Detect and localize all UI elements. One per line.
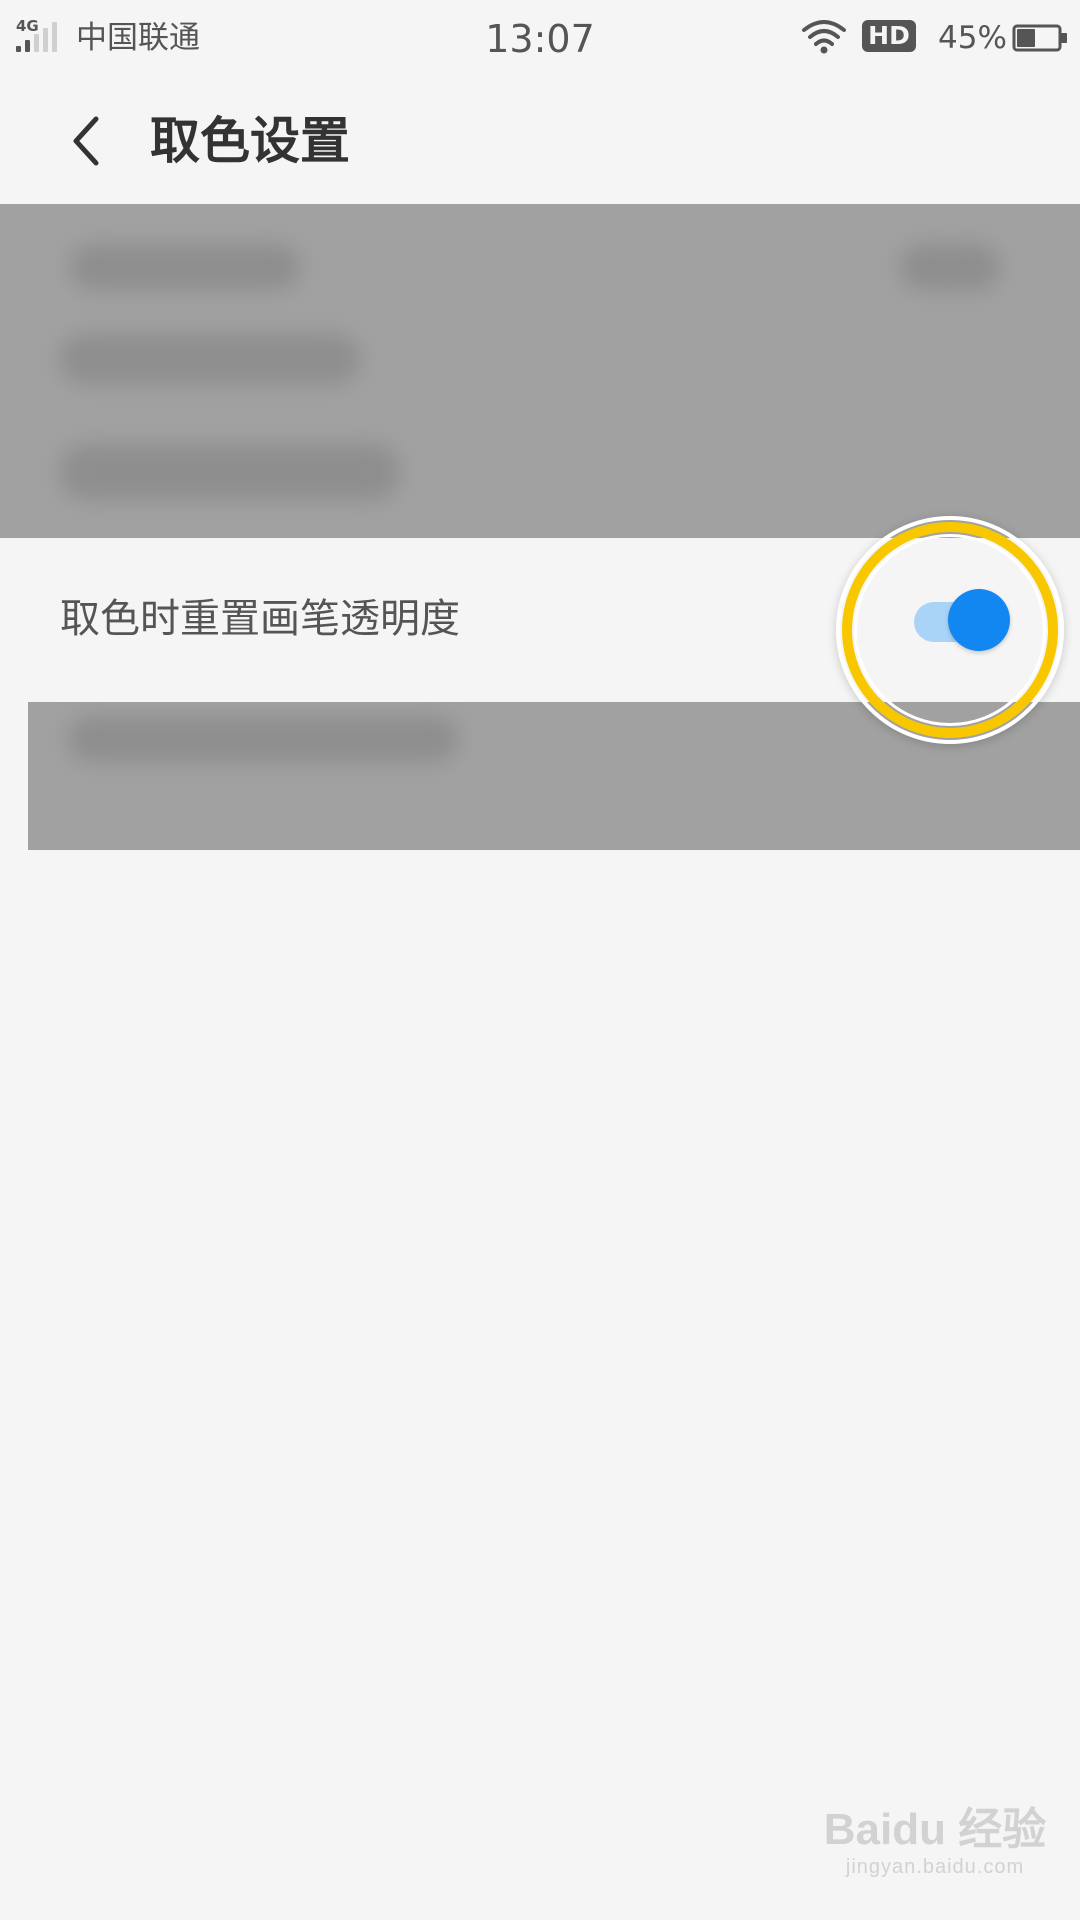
- redacted-region: [0, 204, 1080, 538]
- wifi-icon: [802, 20, 846, 54]
- back-button[interactable]: [56, 103, 120, 179]
- redacted-text: [70, 244, 300, 290]
- page-title: 取色设置: [150, 112, 350, 170]
- status-time: 13:07: [485, 17, 595, 61]
- watermark-url: jingyan.baidu.com: [845, 1856, 1025, 1878]
- chevron-left-icon: [73, 116, 99, 166]
- battery-icon: [1012, 24, 1067, 52]
- setting-label: 取色时重置画笔透明度: [60, 596, 460, 642]
- redacted-text: [900, 244, 1000, 290]
- title-bar: 取色设置: [0, 78, 1080, 204]
- status-bar: 4G 中国联通 13:07 HD 45%: [0, 0, 1080, 78]
- baidu-jingyan-watermark: Baidu 经验 jingyan.baidu.com: [820, 1806, 1050, 1896]
- watermark-brand: Baidu 经验: [823, 1805, 1047, 1854]
- highlight-ring-edge: [854, 534, 1046, 726]
- battery-percent: 45%: [938, 20, 1007, 56]
- hd-badge: HD: [862, 20, 916, 52]
- redacted-text: [60, 444, 400, 500]
- highlight-ring: [836, 516, 1064, 744]
- redacted-text: [60, 334, 360, 384]
- redacted-text: [68, 716, 458, 762]
